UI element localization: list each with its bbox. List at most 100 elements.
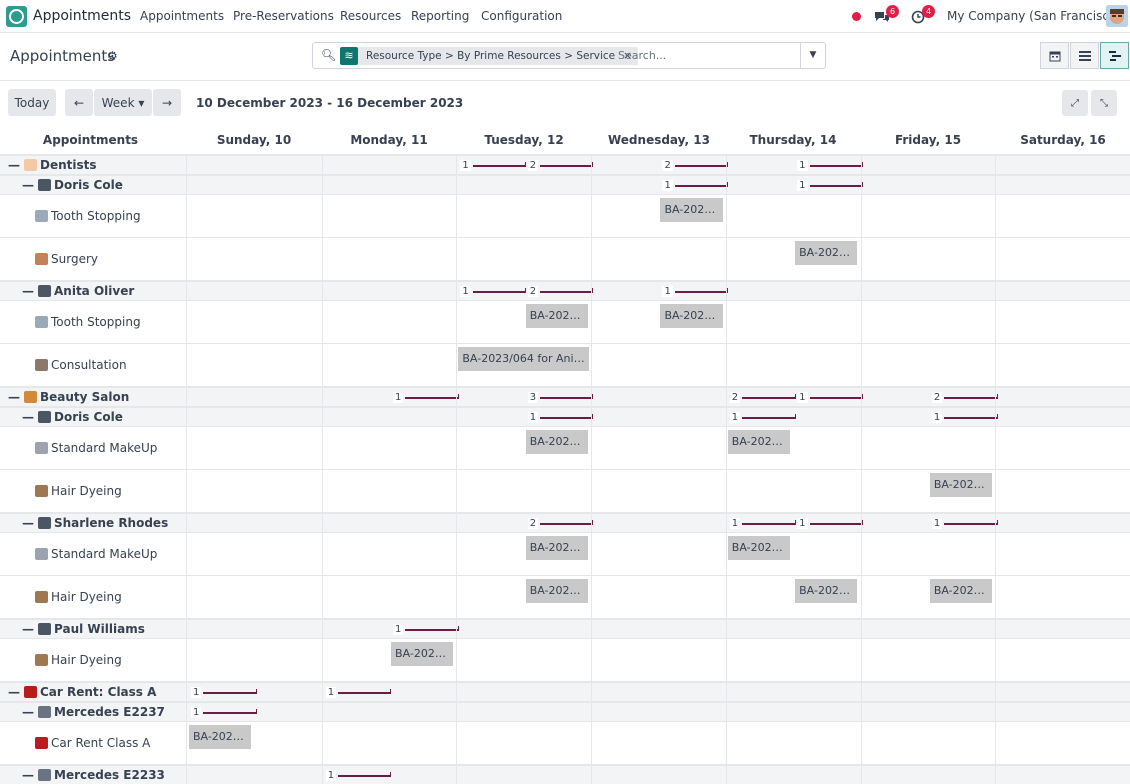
pill-count-number: 1 [729, 412, 741, 423]
menu-appointments[interactable]: Appointments [140, 9, 224, 23]
row-label[interactable]: Hair Dyeing [35, 576, 122, 618]
pill-count[interactable]: 1 [662, 179, 729, 192]
appointment-pill[interactable]: BA-2023... [391, 642, 454, 666]
row-label[interactable]: Hair Dyeing [35, 639, 122, 681]
pill-count[interactable]: 1 [797, 517, 864, 530]
collapse-toggle-icon[interactable]: — [22, 410, 34, 424]
pill-count[interactable]: 1 [460, 159, 527, 172]
appointment-pill[interactable]: BA-2023... [929, 579, 993, 603]
pill-count[interactable]: 1 [931, 411, 998, 424]
pill-count[interactable]: 1 [797, 391, 864, 404]
search-options-toggle[interactable]: ▼ [800, 43, 825, 68]
menu-configuration[interactable]: Configuration [481, 9, 562, 23]
search-bar[interactable]: 🔍︎ ≋ Resource Type > By Prime Resources … [312, 42, 826, 69]
gear-icon[interactable]: ⚙ [107, 49, 118, 63]
appointment-pill[interactable]: BA-2023... [525, 430, 589, 454]
row-label[interactable]: — Car Rent: Class A [8, 683, 156, 701]
collapse-toggle-icon[interactable]: — [22, 516, 34, 530]
user-avatar[interactable] [1106, 5, 1128, 27]
collapse-toggle-icon[interactable]: — [22, 622, 34, 636]
row-label[interactable]: — Mercedes E2237 [22, 703, 165, 721]
row-label[interactable]: — Beauty Salon [8, 388, 129, 406]
appointment-pill[interactable]: BA-2023/064 for Anit... [458, 347, 590, 371]
search-facet[interactable]: Resource Type > By Prime Resources > Ser… [358, 47, 638, 65]
scale-dropdown[interactable]: Week ▾ [94, 89, 152, 116]
menu-resources[interactable]: Resources [340, 9, 401, 23]
pill-count[interactable]: 1 [325, 686, 392, 699]
row-label[interactable]: — Sharlene Rhodes [22, 514, 168, 532]
appointment-pill[interactable]: BA-2023... [929, 473, 993, 497]
row-label[interactable]: Tooth Stopping [35, 195, 141, 237]
menu-pre-reservations[interactable]: Pre-Reservations [233, 9, 334, 23]
collapse-icon[interactable]: ⤡ [1091, 90, 1117, 116]
row-label[interactable]: — Mercedes E2233 [22, 766, 165, 784]
appointment-pill[interactable]: BA-2023... [727, 430, 791, 454]
pill-count[interactable]: 2 [527, 159, 594, 172]
row-label[interactable]: — Anita Oliver [22, 282, 134, 300]
row-label[interactable]: Standard MakeUp [35, 427, 157, 469]
appointment-pill[interactable]: BA-2023... [525, 536, 589, 560]
pill-count[interactable]: 1 [729, 517, 796, 530]
appointment-pill[interactable]: BA-2023... [660, 198, 723, 222]
pill-count[interactable]: 1 [460, 285, 527, 298]
pill-count-bar [809, 161, 864, 167]
row-label[interactable]: — Doris Cole [22, 176, 123, 194]
collapse-toggle-icon[interactable]: — [22, 178, 34, 192]
row-label[interactable]: Car Rent Class A [35, 722, 150, 764]
next-button[interactable]: → [153, 89, 181, 116]
previous-button[interactable]: ← [65, 89, 93, 116]
menu-reporting[interactable]: Reporting [411, 9, 469, 23]
appointment-pill[interactable]: BA-2023... [660, 304, 723, 328]
pill-count[interactable]: 1 [325, 769, 392, 782]
row-label[interactable]: — Paul Williams [22, 620, 145, 638]
appointment-pill[interactable]: BA-2023... [189, 725, 252, 749]
pill-count-number: 1 [325, 687, 337, 698]
pill-count[interactable]: 2 [527, 517, 594, 530]
pill-count[interactable]: 2 [527, 285, 594, 298]
pill-count[interactable]: 1 [191, 706, 258, 719]
pill-count[interactable]: 2 [931, 391, 998, 404]
collapse-toggle-icon[interactable]: — [22, 768, 34, 782]
collapse-toggle-icon[interactable]: — [8, 390, 20, 404]
pill-count[interactable]: 1 [393, 623, 460, 636]
row-label[interactable]: Tooth Stopping [35, 301, 141, 343]
expand-icon[interactable]: ⤢ [1062, 90, 1088, 116]
collapse-toggle-icon[interactable]: — [8, 158, 20, 172]
appointment-pill[interactable]: BA-2023... [795, 241, 858, 265]
search-input[interactable] [618, 46, 798, 65]
pill-count[interactable]: 1 [729, 411, 796, 424]
pill-count[interactable]: 1 [393, 391, 460, 404]
pill-count[interactable]: 2 [729, 391, 796, 404]
pill-count[interactable]: 1 [527, 411, 594, 424]
row-label[interactable]: Surgery [35, 238, 98, 280]
collapse-toggle-icon[interactable]: — [22, 284, 34, 298]
calendar-view-button[interactable] [1040, 42, 1069, 69]
row-label[interactable]: Standard MakeUp [35, 533, 157, 575]
row-label[interactable]: Consultation [35, 344, 127, 386]
company-switcher[interactable]: My Company (San Francisco) [947, 9, 1121, 23]
list-view-button[interactable] [1070, 42, 1099, 69]
row-label-text: Hair Dyeing [51, 484, 122, 498]
appointment-pill[interactable]: BA-2023... [525, 579, 589, 603]
pill-count[interactable]: 3 [527, 391, 594, 404]
gantt-view-button[interactable] [1100, 42, 1129, 69]
appointments-app-icon[interactable] [6, 6, 27, 27]
pill-count[interactable]: 1 [662, 285, 729, 298]
pill-count[interactable]: 2 [662, 159, 729, 172]
pill-count[interactable]: 1 [191, 686, 258, 699]
appointment-pill[interactable]: BA-2023... [795, 579, 858, 603]
collapse-toggle-icon[interactable]: — [22, 705, 34, 719]
pill-count[interactable]: 1 [797, 179, 864, 192]
today-button[interactable]: Today [8, 89, 56, 116]
pill-count[interactable]: 1 [797, 159, 864, 172]
row-label[interactable]: — Doris Cole [22, 408, 123, 426]
appointment-pill[interactable]: BA-2023... [727, 536, 791, 560]
row-label[interactable]: Hair Dyeing [35, 470, 122, 512]
page-title[interactable]: Appointments [10, 47, 115, 65]
row-label[interactable]: — Dentists [8, 156, 97, 174]
pill-count[interactable]: 1 [931, 517, 998, 530]
appointment-pill[interactable]: BA-2023... [525, 304, 589, 328]
status-dot-icon[interactable] [852, 12, 861, 21]
collapse-toggle-icon[interactable]: — [8, 685, 20, 699]
app-name[interactable]: Appointments [33, 8, 131, 24]
